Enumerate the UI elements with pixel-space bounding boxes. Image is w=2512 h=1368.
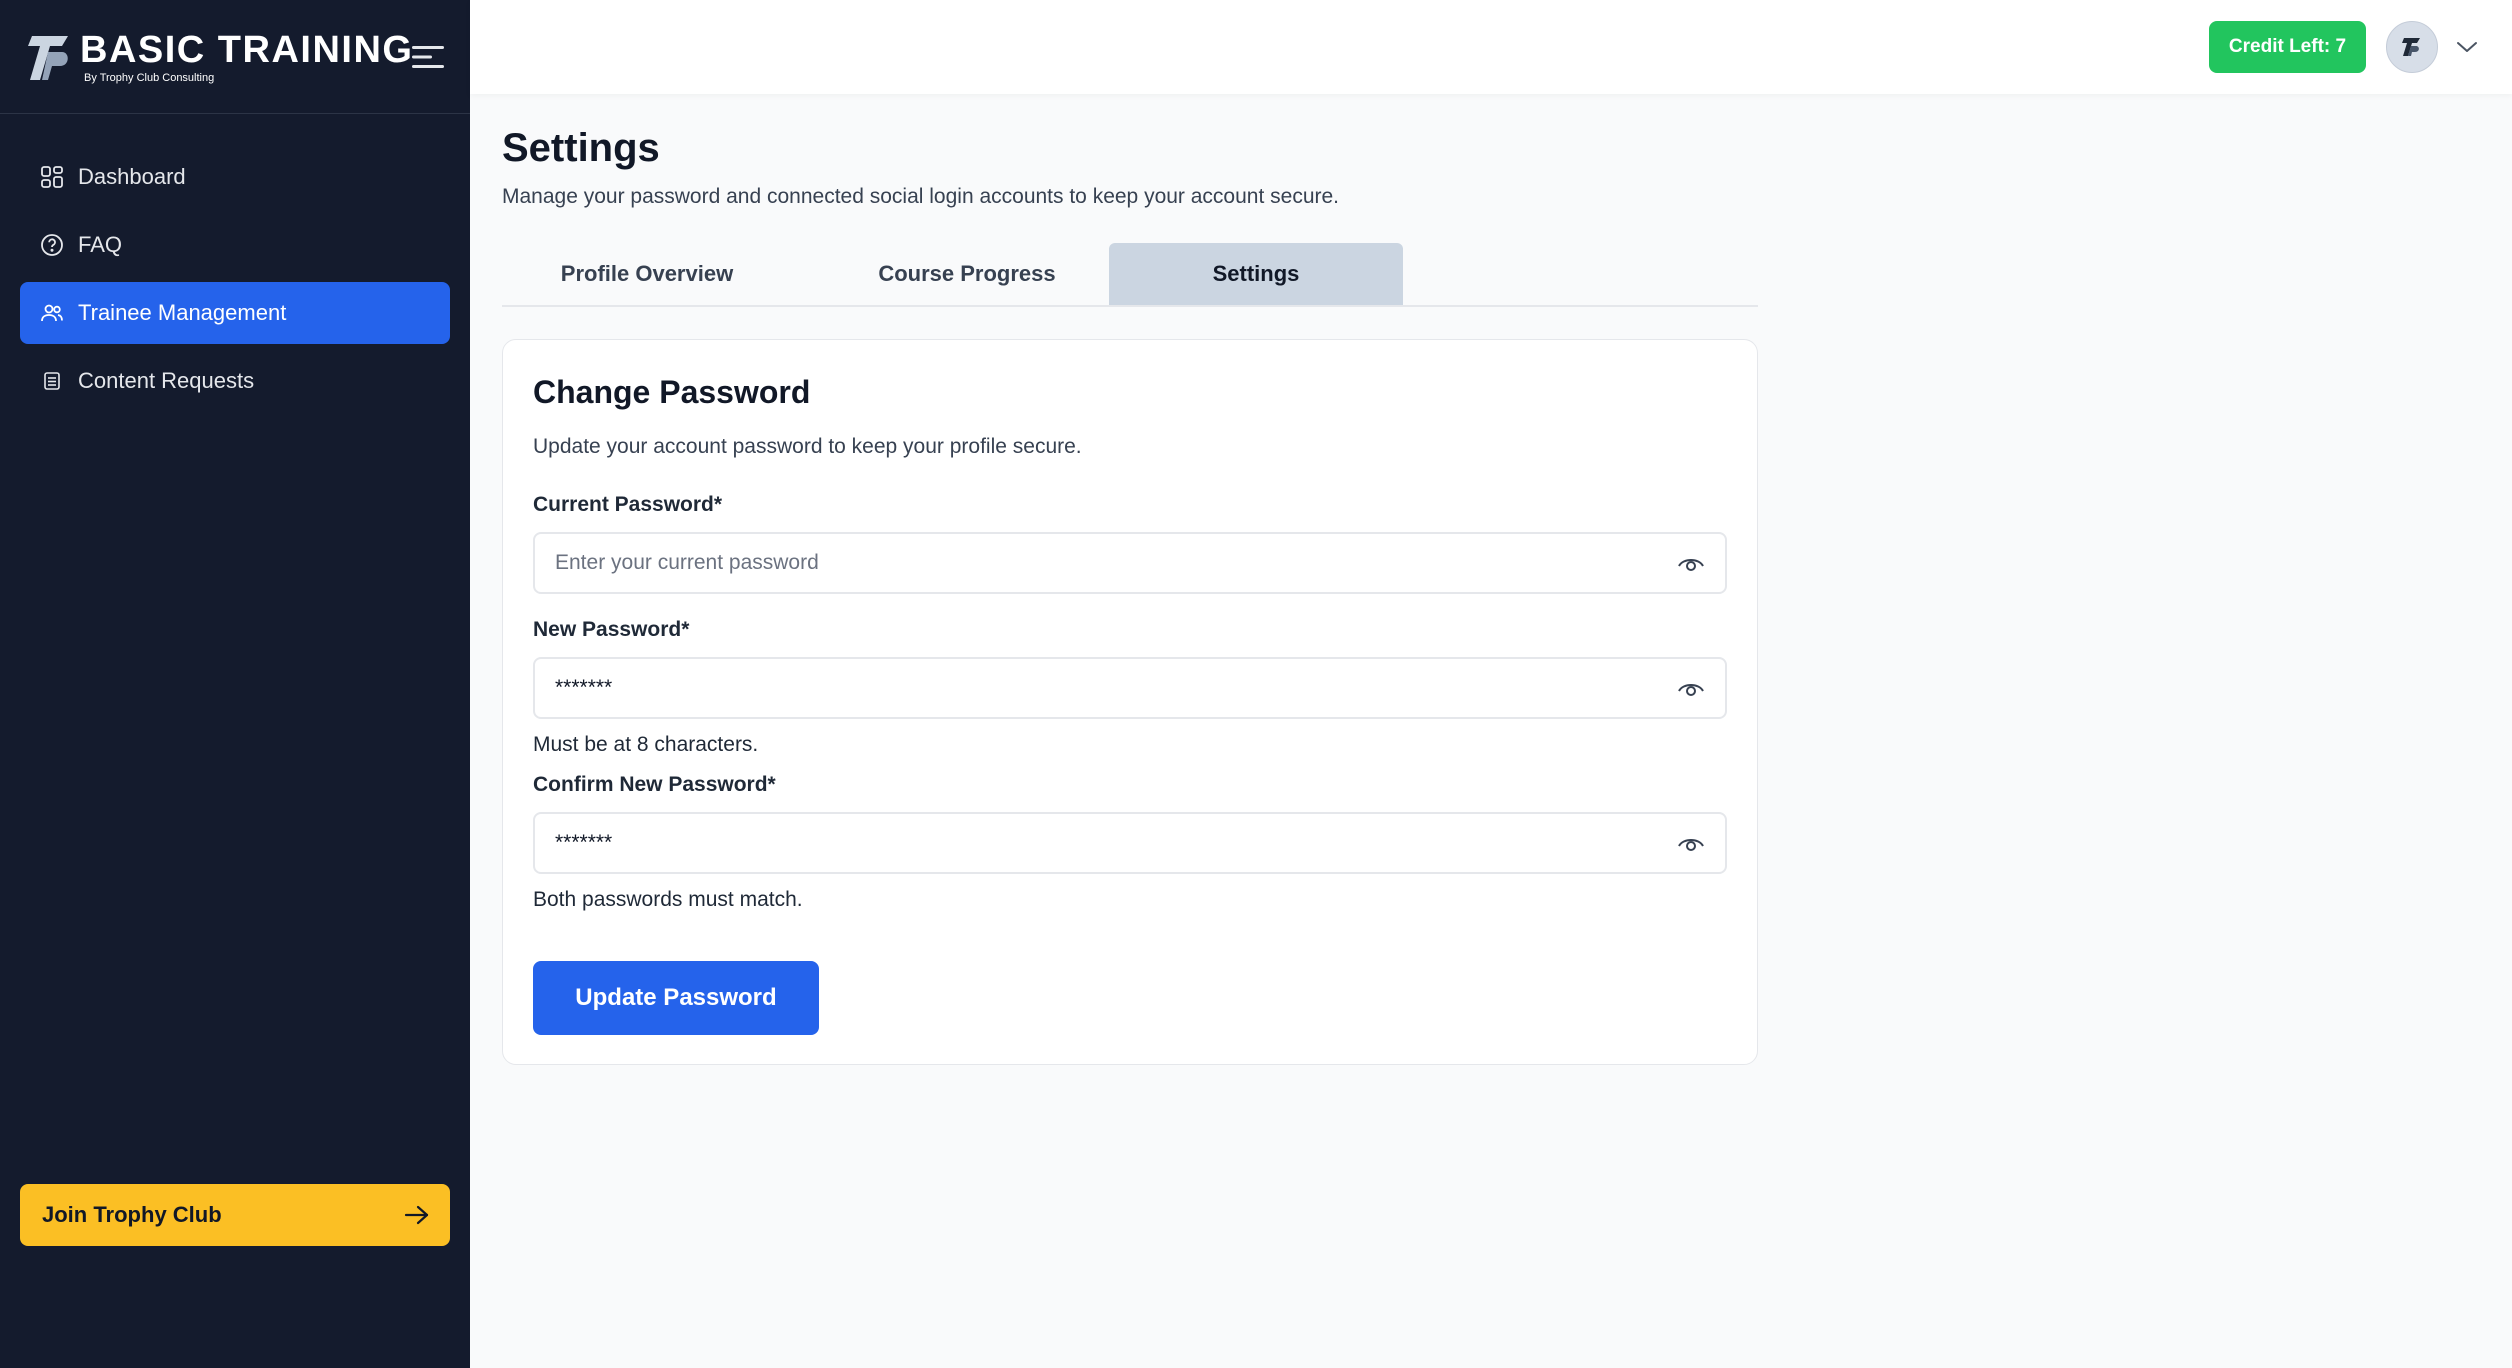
- sidebar-item-label: FAQ: [78, 232, 123, 257]
- question-circle-icon: [40, 233, 64, 257]
- brand-title: BASIC TRAINING: [80, 28, 414, 71]
- top-bar: Credit Left: 7: [470, 0, 2512, 94]
- tab-course-progress[interactable]: Course Progress: [822, 243, 1112, 305]
- sidebar-item-trainee-management[interactable]: Trainee Management: [20, 282, 450, 344]
- sidebar-item-label: Trainee Management: [78, 300, 287, 325]
- database-icon: [40, 369, 64, 393]
- main-content: Settings Manage your password and connec…: [502, 94, 1758, 1065]
- sidebar-item-label: Content Requests: [78, 368, 255, 393]
- settings-tabs: Profile Overview Course Progress Setting…: [502, 243, 1758, 307]
- sidebar-header: BASIC TRAINING By Trophy Club Consulting: [0, 0, 470, 114]
- tab-profile-overview[interactable]: Profile Overview: [502, 243, 792, 305]
- join-trophy-club-button[interactable]: Join Trophy Club: [20, 1184, 450, 1246]
- eye-icon[interactable]: [1677, 677, 1705, 701]
- confirm-password-label: Confirm New Password*: [533, 773, 776, 796]
- current-password-input[interactable]: [535, 534, 1725, 592]
- arrow-right-icon: [404, 1205, 429, 1225]
- page-subtitle: Manage your password and connected socia…: [502, 185, 1340, 208]
- new-password-label: New Password*: [533, 618, 690, 641]
- new-password-input[interactable]: [535, 659, 1725, 717]
- sidebar-item-faq[interactable]: FAQ: [20, 214, 450, 276]
- avatar-logo-icon: [2402, 38, 2420, 56]
- sidebar-item-label: Dashboard: [78, 164, 186, 189]
- card-title: Change Password: [533, 374, 811, 410]
- confirm-password-hint: Both passwords must match.: [533, 888, 803, 911]
- current-password-field: [533, 532, 1727, 594]
- confirm-password-field: [533, 812, 1727, 874]
- users-icon: [40, 301, 64, 325]
- sidebar-item-dashboard[interactable]: Dashboard: [20, 146, 450, 208]
- brand-logo-icon: [28, 36, 68, 80]
- menu-toggle-icon[interactable]: [412, 44, 444, 70]
- new-password-field: [533, 657, 1727, 719]
- card-subtitle: Update your account password to keep you…: [533, 435, 1082, 458]
- brand-subtitle: By Trophy Club Consulting: [84, 71, 215, 84]
- brand-logo[interactable]: BASIC TRAINING By Trophy Club Consulting: [26, 30, 413, 84]
- page-title: Settings: [502, 126, 660, 170]
- eye-icon[interactable]: [1677, 552, 1705, 576]
- current-password-label: Current Password*: [533, 493, 723, 516]
- eye-icon[interactable]: [1677, 832, 1705, 856]
- chevron-down-icon[interactable]: [2454, 36, 2480, 58]
- change-password-card: Change Password Update your account pass…: [502, 339, 1758, 1065]
- update-password-button[interactable]: Update Password: [533, 961, 819, 1035]
- credit-badge: Credit Left: 7: [2209, 21, 2366, 73]
- join-button-label: Join Trophy Club: [42, 1202, 222, 1227]
- confirm-password-input[interactable]: [535, 814, 1725, 872]
- sidebar-item-content-requests[interactable]: Content Requests: [20, 350, 450, 412]
- tab-settings[interactable]: Settings: [1109, 243, 1403, 305]
- avatar[interactable]: [2386, 21, 2438, 73]
- sidebar-nav: Dashboard FAQ Trainee Management Content…: [20, 146, 450, 418]
- new-password-hint: Must be at 8 characters.: [533, 733, 759, 756]
- grid-icon: [40, 165, 64, 189]
- sidebar: BASIC TRAINING By Trophy Club Consulting…: [0, 0, 470, 1368]
